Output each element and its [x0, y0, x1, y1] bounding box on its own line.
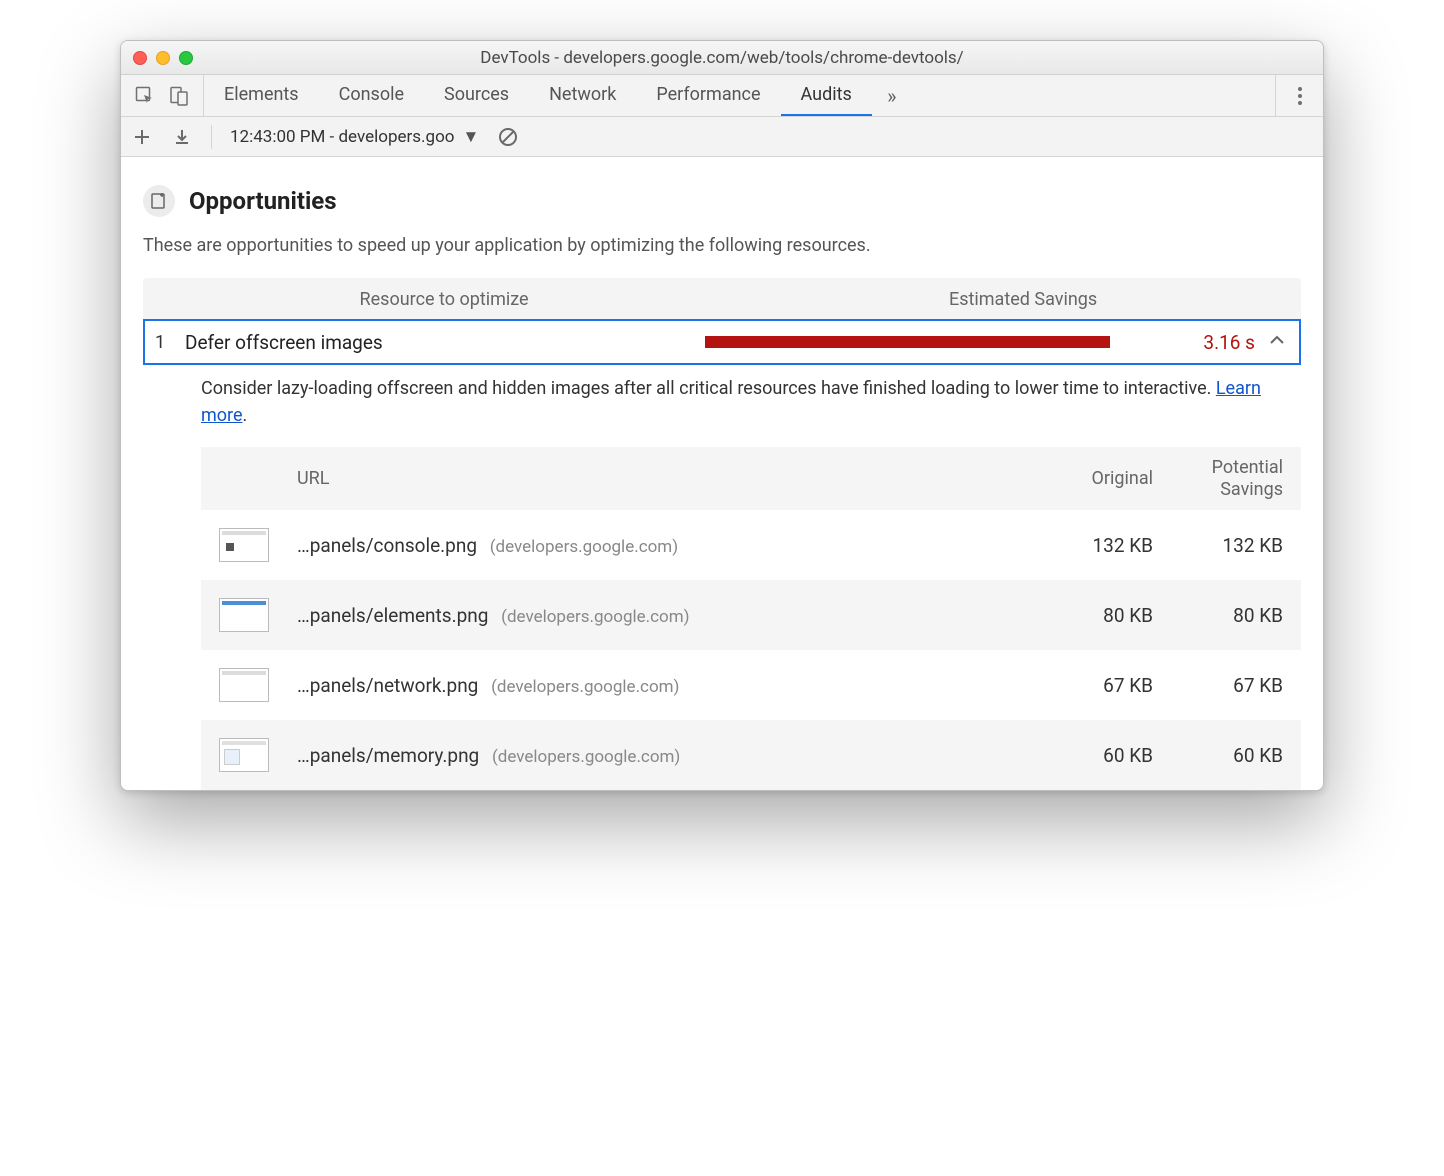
res-col-potential: PotentialSavings	[1153, 457, 1283, 500]
resource-url[interactable]: …panels/elements.png (developers.google.…	[297, 604, 1023, 627]
devtools-window: DevTools - developers.google.com/web/too…	[120, 40, 1324, 791]
devtools-tabstrip: Elements Console Sources Network Perform…	[121, 75, 1323, 117]
download-report-button[interactable]	[171, 128, 193, 146]
opportunity-description: Consider lazy-loading offscreen and hidd…	[143, 365, 1301, 443]
opportunities-header: Opportunities	[143, 185, 1301, 217]
resource-thumbnail	[219, 668, 269, 702]
resource-row: …panels/console.png (developers.google.c…	[201, 510, 1301, 580]
report-selector[interactable]: 12:43:00 PM - developers.goo ▼	[230, 127, 479, 147]
tab-sources[interactable]: Sources	[424, 75, 529, 116]
window-title: DevTools - developers.google.com/web/too…	[121, 48, 1323, 68]
zoom-window-button[interactable]	[179, 51, 193, 65]
minimize-window-button[interactable]	[156, 51, 170, 65]
panel-tabs: Elements Console Sources Network Perform…	[204, 75, 912, 116]
resource-potential: 132 KB	[1153, 534, 1283, 557]
opportunity-row[interactable]: 1 Defer offscreen images 3.16 s	[143, 319, 1301, 365]
device-toggle-icon[interactable]	[169, 86, 189, 106]
resources-header-row: URL Original PotentialSavings	[201, 447, 1301, 510]
window-titlebar: DevTools - developers.google.com/web/too…	[121, 41, 1323, 75]
opportunities-description: These are opportunities to speed up your…	[143, 235, 1301, 256]
resource-potential: 80 KB	[1153, 604, 1283, 627]
inspect-dock-group	[129, 75, 204, 116]
dropdown-caret-icon: ▼	[462, 127, 479, 147]
close-window-button[interactable]	[133, 51, 147, 65]
tab-console[interactable]: Console	[319, 75, 424, 116]
resource-thumbnail	[219, 738, 269, 772]
opportunities-title: Opportunities	[189, 187, 337, 215]
resource-original: 67 KB	[1023, 674, 1153, 697]
res-col-url: URL	[219, 468, 1023, 489]
new-audit-button[interactable]	[131, 128, 153, 146]
resource-url[interactable]: …panels/console.png (developers.google.c…	[297, 534, 1023, 557]
resource-potential: 60 KB	[1153, 744, 1283, 767]
traffic-lights	[133, 51, 193, 65]
resource-thumbnail	[219, 528, 269, 562]
inspect-element-icon[interactable]	[135, 86, 155, 106]
resource-original: 60 KB	[1023, 744, 1153, 767]
opportunities-icon	[143, 185, 175, 217]
tab-elements[interactable]: Elements	[204, 75, 319, 116]
resources-table: URL Original PotentialSavings …panels/co…	[201, 447, 1301, 790]
resource-row: …panels/elements.png (developers.google.…	[201, 580, 1301, 650]
res-col-original: Original	[1023, 468, 1153, 489]
clear-report-button[interactable]	[497, 127, 519, 147]
resource-original: 80 KB	[1023, 604, 1153, 627]
resource-original: 132 KB	[1023, 534, 1153, 557]
opportunities-columns-header: Resource to optimize Estimated Savings	[143, 278, 1301, 320]
resource-url[interactable]: …panels/memory.png (developers.google.co…	[297, 744, 1023, 767]
tab-performance[interactable]: Performance	[636, 75, 780, 116]
col-resource-header: Resource to optimize	[143, 289, 745, 310]
chevron-up-icon[interactable]	[1255, 332, 1285, 353]
report-selector-label: 12:43:00 PM - developers.goo	[230, 127, 454, 147]
audits-toolbar: 12:43:00 PM - developers.goo ▼	[121, 117, 1323, 157]
opportunity-name: Defer offscreen images	[185, 331, 705, 354]
opportunity-savings-bar	[705, 336, 1110, 348]
opportunity-savings-value: 3.16 s	[1165, 331, 1255, 354]
opportunity-bar-wrap	[705, 336, 1165, 348]
resource-url[interactable]: …panels/network.png (developers.google.c…	[297, 674, 1023, 697]
resource-potential: 67 KB	[1153, 674, 1283, 697]
resource-row: …panels/network.png (developers.google.c…	[201, 650, 1301, 720]
tab-audits[interactable]: Audits	[781, 75, 872, 116]
tab-network[interactable]: Network	[529, 75, 636, 116]
resource-thumbnail	[219, 598, 269, 632]
opportunity-index: 1	[155, 332, 185, 353]
col-savings-header: Estimated Savings	[745, 289, 1301, 310]
resource-row: …panels/memory.png (developers.google.co…	[201, 720, 1301, 790]
devtools-menu-button[interactable]	[1275, 75, 1323, 116]
more-tabs-button[interactable]: »	[872, 75, 912, 116]
toolbar-separator	[211, 125, 212, 149]
opportunity-desc-text: Consider lazy-loading offscreen and hidd…	[201, 378, 1216, 399]
audits-content: Opportunities These are opportunities to…	[121, 157, 1323, 790]
